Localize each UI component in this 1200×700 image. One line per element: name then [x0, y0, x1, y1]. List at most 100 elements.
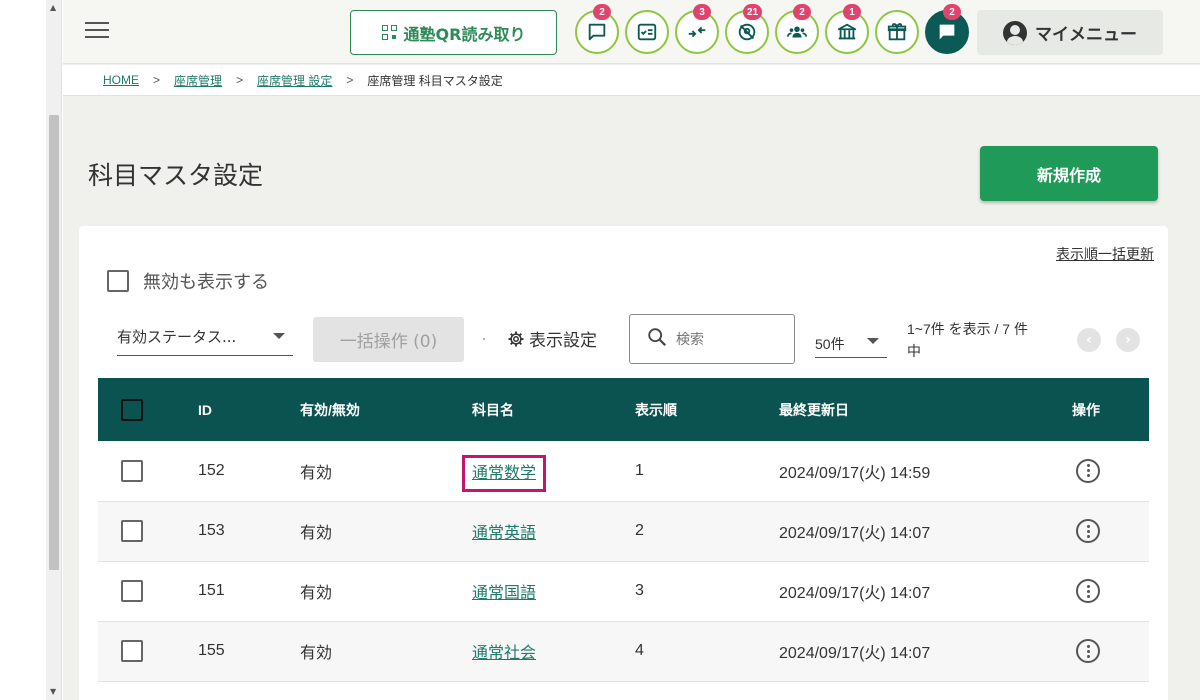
column-header-subject[interactable]: 科目名 — [472, 378, 635, 441]
column-header-actions: 操作 — [1072, 401, 1100, 418]
breadcrumb: HOME > 座席管理 > 座席管理 設定 > 座席管理 科目マスタ設定 — [63, 65, 1200, 96]
row-checkbox[interactable] — [121, 520, 143, 542]
subject-list-card: 表示順一括更新 無効も表示する 有効ステータス... 一括操作 (0) 表示設定… — [79, 226, 1168, 700]
message-badge: 2 — [593, 4, 611, 20]
row-status: 有効 — [300, 585, 333, 602]
qr-code-icon — [381, 24, 398, 41]
status-filter-select[interactable]: 有効ステータス... — [117, 318, 293, 356]
row-updated: 2024/09/17(火) 14:59 — [779, 464, 931, 482]
chat-button[interactable]: 2 — [925, 4, 969, 54]
per-page-value: 50件 — [815, 335, 845, 352]
divider-dot — [483, 338, 485, 340]
message-icon — [588, 23, 606, 41]
my-menu-label: マイメニュー — [1035, 25, 1137, 45]
row-updated: 2024/09/17(火) 14:07 — [779, 525, 931, 542]
merge-button[interactable]: 3 — [675, 4, 719, 54]
bulk-order-update-link[interactable]: 表示順一括更新 — [1056, 244, 1154, 264]
search-input[interactable] — [676, 331, 776, 347]
main-area: 通塾QR読み取り 2 3 21 2 1 2 マイメニュー HOME > 座席管理… — [63, 0, 1200, 700]
row-checkbox[interactable] — [121, 459, 143, 482]
more-options-icon[interactable] — [1076, 639, 1100, 663]
status-filter-value: 有効ステータス... — [117, 328, 237, 346]
next-page-icon[interactable]: › — [1116, 328, 1140, 352]
subject-link[interactable]: 通常国語 — [472, 585, 536, 602]
create-new-button[interactable]: 新規作成 — [980, 146, 1158, 201]
chat-icon — [939, 24, 955, 40]
bulk-action-button[interactable]: 一括操作 (0) — [313, 317, 464, 362]
row-id: 151 — [198, 582, 225, 599]
merge-badge: 3 — [693, 4, 711, 20]
merge-arrows-icon — [688, 26, 706, 38]
chevron-down-icon — [273, 333, 285, 339]
show-invalid-toggle[interactable]: 無効も表示する — [107, 268, 269, 294]
row-order: 1 — [635, 461, 644, 479]
table-row: 151 有効 通常国語 3 2024/09/17(火) 14:07 — [98, 561, 1149, 621]
table-header-row: ID 有効/無効 科目名 表示順 最終更新日 操作 — [98, 378, 1149, 441]
qr-scan-button-label: 通塾QR読み取り — [403, 24, 526, 44]
subject-link[interactable]: 通常英語 — [472, 525, 536, 542]
row-checkbox[interactable] — [121, 640, 143, 662]
group-icon — [786, 26, 808, 38]
display-settings-button[interactable]: 表示設定 — [507, 326, 597, 351]
pagination-range-info: 1~7件 を表示 / 7 件中 — [907, 321, 1028, 359]
breadcrumb-separator: > — [153, 73, 161, 87]
table-row: 152 有効 通常数学 1 2024/09/17(火) 14:59 — [98, 441, 1149, 501]
more-options-icon[interactable] — [1076, 458, 1100, 483]
chevron-down-icon — [867, 338, 879, 344]
qr-scan-button[interactable]: 通塾QR読み取り — [350, 10, 557, 55]
gift-icon — [887, 23, 907, 41]
checklist-button[interactable] — [625, 10, 669, 54]
display-settings-label: 表示設定 — [529, 331, 597, 351]
checklist-icon — [637, 23, 657, 41]
column-header-status[interactable]: 有効/無効 — [300, 378, 472, 441]
column-header-id[interactable]: ID — [198, 378, 300, 441]
breadcrumb-current: 座席管理 科目マスタ設定 — [367, 73, 503, 88]
row-order: 2 — [635, 522, 644, 539]
breadcrumb-separator: > — [236, 73, 244, 87]
row-checkbox[interactable] — [121, 580, 143, 602]
show-invalid-checkbox[interactable] — [107, 270, 129, 292]
select-all-checkbox[interactable] — [121, 398, 143, 421]
row-id: 155 — [198, 642, 225, 659]
no-location-button[interactable]: 21 — [725, 4, 769, 54]
table-row: 153 有効 通常英語 2 2024/09/17(火) 14:07 — [98, 501, 1149, 561]
row-id: 152 — [198, 461, 225, 479]
row-updated: 2024/09/17(火) 14:07 — [779, 645, 931, 662]
breadcrumb-home-link[interactable]: HOME — [103, 73, 139, 87]
building-button[interactable]: 1 — [825, 4, 869, 54]
row-id: 153 — [198, 522, 225, 539]
scroll-down-icon[interactable]: ▼ — [50, 688, 56, 696]
column-header-order[interactable]: 表示順 — [635, 378, 779, 441]
per-page-select[interactable]: 50件 — [815, 326, 887, 358]
subject-link[interactable]: 通常数学 — [461, 454, 547, 492]
more-options-icon[interactable] — [1076, 579, 1100, 603]
hamburger-menu-icon[interactable] — [85, 22, 109, 40]
scroll-thumb[interactable] — [49, 115, 59, 570]
gift-button[interactable] — [875, 10, 919, 54]
row-updated: 2024/09/17(火) 14:07 — [779, 585, 931, 602]
subject-link[interactable]: 通常社会 — [472, 645, 536, 662]
group-badge: 2 — [793, 4, 811, 20]
search-field[interactable] — [629, 314, 795, 364]
my-menu-button[interactable]: マイメニュー — [977, 10, 1163, 55]
group-button[interactable]: 2 — [775, 4, 819, 54]
scroll-up-icon[interactable]: ▲ — [50, 4, 56, 12]
top-bar: 通塾QR読み取り 2 3 21 2 1 2 マイメニュー — [63, 0, 1200, 64]
table-row: 155 有効 通常社会 4 2024/09/17(火) 14:07 — [98, 621, 1149, 681]
more-options-icon[interactable] — [1076, 519, 1100, 543]
left-pane — [0, 0, 46, 700]
message-button[interactable]: 2 — [575, 4, 619, 54]
breadcrumb-seat-settings-link[interactable]: 座席管理 設定 — [257, 72, 332, 89]
row-status: 有効 — [300, 525, 333, 542]
row-status: 有効 — [300, 464, 333, 482]
column-header-updated[interactable]: 最終更新日 — [779, 378, 1072, 441]
breadcrumb-seat-management-link[interactable]: 座席管理 — [174, 72, 222, 89]
prev-page-icon[interactable]: ‹ — [1077, 328, 1101, 352]
row-order: 4 — [635, 642, 644, 659]
search-icon — [646, 326, 668, 352]
subject-table: ID 有効/無効 科目名 表示順 最終更新日 操作 152 有効 通常数学 1 … — [98, 378, 1149, 682]
scrollbar[interactable]: ▲ ▼ — [46, 0, 62, 700]
account-circle-icon — [1003, 20, 1027, 45]
building-icon — [837, 23, 857, 40]
no-location-icon — [738, 23, 756, 41]
